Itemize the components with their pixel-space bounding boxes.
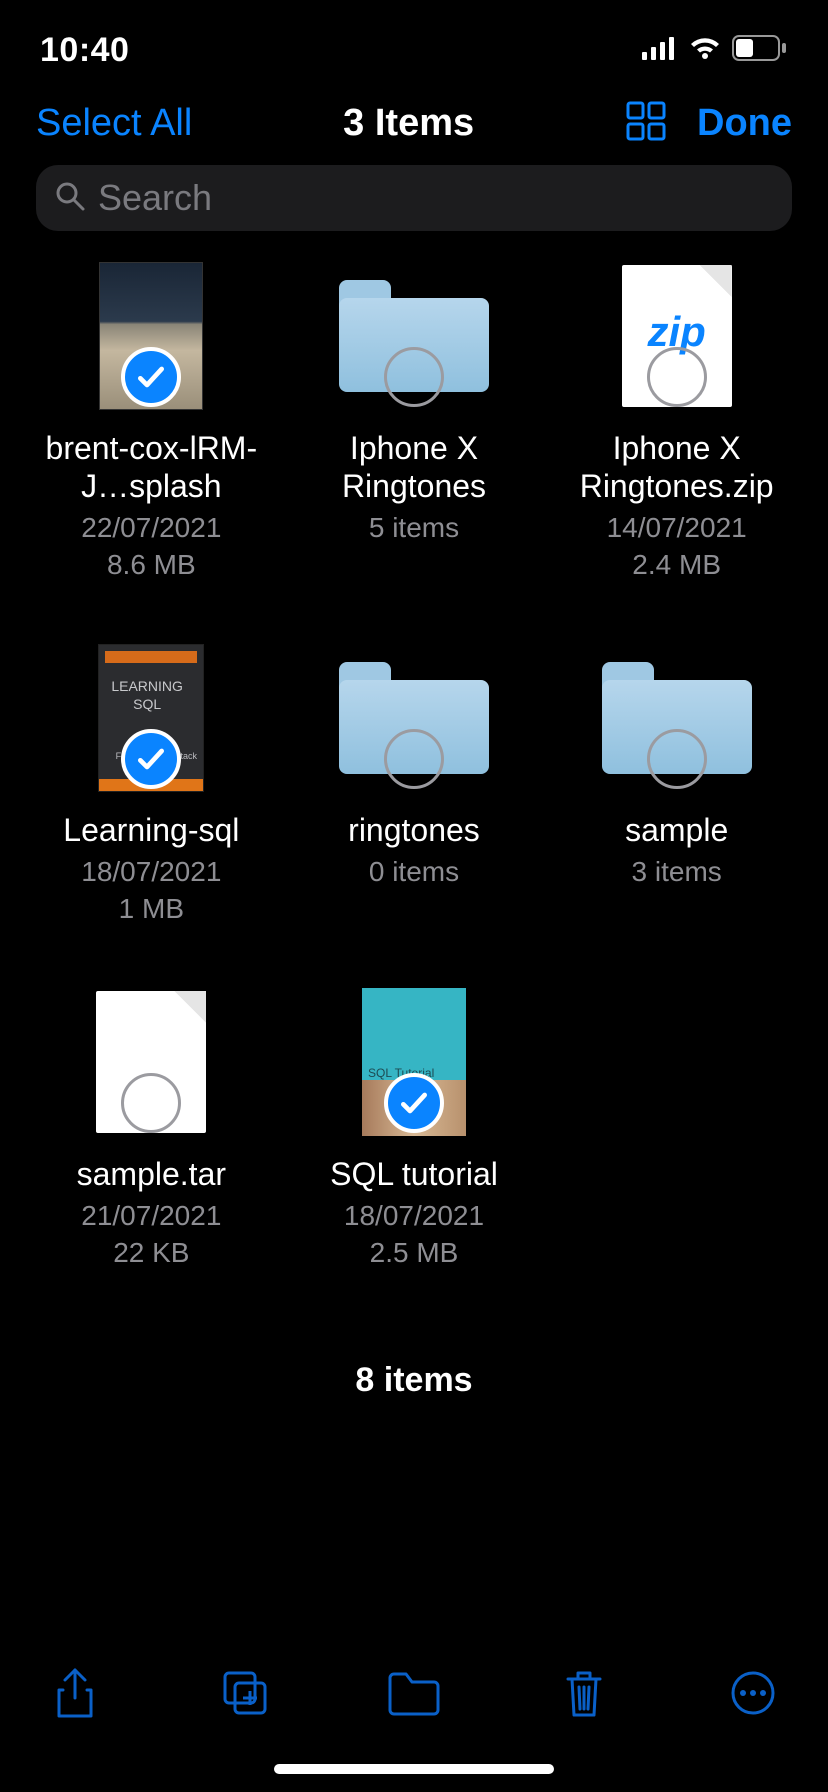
file-item[interactable]: sample.tar 21/07/2021 22 KB: [26, 987, 276, 1271]
file-sub: 0 items: [369, 853, 459, 891]
checkmark-icon: [121, 347, 181, 407]
selection-ring: [384, 729, 444, 789]
item-count: 8 items: [0, 1361, 828, 1400]
file-size: 1 MB: [119, 891, 184, 927]
file-size: 8.6 MB: [107, 547, 196, 583]
checkmark-icon: [121, 729, 181, 789]
file-item[interactable]: ringtones 0 items: [289, 643, 539, 927]
file-name: brent-cox-lRM-J…splash: [36, 429, 266, 505]
status-time: 10:40: [40, 31, 129, 70]
cellular-icon: [642, 36, 678, 65]
file-item[interactable]: LEARNINGSQL Free unofficial Stack Overfl…: [26, 643, 276, 927]
file-name: sample.tar: [77, 1155, 226, 1193]
delete-button[interactable]: [555, 1664, 613, 1722]
file-item[interactable]: SQL Tutorial SQL tutorial 18/07/2021 2.5…: [289, 987, 539, 1271]
battery-icon: [732, 35, 788, 66]
done-button[interactable]: Done: [697, 102, 792, 145]
grid-view-icon[interactable]: [625, 100, 667, 147]
duplicate-button[interactable]: [216, 1664, 274, 1722]
file-size: 2.4 MB: [632, 547, 721, 583]
search-icon: [54, 180, 86, 217]
page-title: 3 Items: [343, 102, 474, 145]
file-size: 2.5 MB: [370, 1235, 459, 1271]
file-item[interactable]: Iphone X Ringtones 5 items: [289, 261, 539, 583]
file-name: sample: [625, 811, 728, 849]
status-bar: 10:40: [0, 0, 828, 80]
search-field[interactable]: [36, 165, 792, 231]
file-name: ringtones: [348, 811, 480, 849]
more-button[interactable]: [724, 1664, 782, 1722]
select-all-button[interactable]: Select All: [36, 102, 192, 145]
file-name: Iphone X Ringtones: [299, 429, 529, 505]
file-item[interactable]: brent-cox-lRM-J…splash 22/07/2021 8.6 MB: [26, 261, 276, 583]
checkmark-icon: [384, 1073, 444, 1133]
file-item[interactable]: zip Iphone X Ringtones.zip 14/07/2021 2.…: [552, 261, 802, 583]
home-indicator[interactable]: [274, 1764, 554, 1774]
file-date: 21/07/2021: [81, 1197, 221, 1235]
wifi-icon: [688, 36, 722, 65]
file-name: SQL tutorial: [330, 1155, 498, 1193]
file-item[interactable]: sample 3 items: [552, 643, 802, 927]
status-icons: [642, 35, 788, 66]
file-size: 22 KB: [113, 1235, 189, 1271]
file-date: 22/07/2021: [81, 509, 221, 547]
file-date: 18/07/2021: [344, 1197, 484, 1235]
move-to-folder-button[interactable]: [385, 1664, 443, 1722]
file-date: 14/07/2021: [607, 509, 747, 547]
title-bar: Select All 3 Items Done: [0, 80, 828, 165]
selection-ring: [384, 347, 444, 407]
search-input[interactable]: [98, 177, 774, 219]
file-name: Iphone X Ringtones.zip: [562, 429, 792, 505]
file-date: 18/07/2021: [81, 853, 221, 891]
selection-ring: [647, 729, 707, 789]
file-sub: 5 items: [369, 509, 459, 547]
file-grid: brent-cox-lRM-J…splash 22/07/2021 8.6 MB…: [0, 261, 828, 1271]
selection-ring: [121, 1073, 181, 1133]
file-name: Learning-sql: [63, 811, 239, 849]
share-button[interactable]: [46, 1664, 104, 1722]
selection-ring: [647, 347, 707, 407]
file-sub: 3 items: [632, 853, 722, 891]
